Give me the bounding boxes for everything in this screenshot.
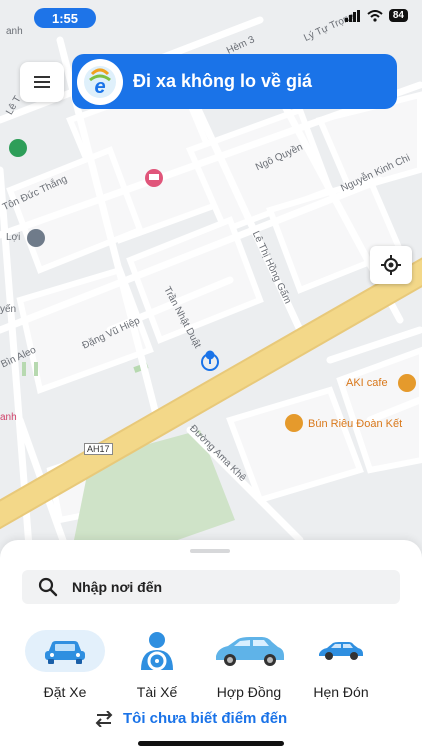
map-label-yen: yến — [0, 304, 17, 315]
banner-text: Đi xa không lo về giá — [133, 71, 313, 91]
service-driver[interactable]: Tài Xế — [112, 630, 202, 710]
driver-icon — [117, 630, 197, 672]
menu-button[interactable] — [20, 62, 64, 102]
swap-arrows-icon — [95, 710, 113, 727]
destination-search[interactable]: Nhập nơi đến — [22, 570, 400, 604]
poi-bun-rieu[interactable]: Bún Riêu Đoàn Kết — [308, 418, 402, 430]
sheet-handle[interactable] — [190, 549, 230, 553]
status-icons: 84 — [344, 9, 408, 22]
wifi-icon — [367, 9, 383, 22]
hamburger-icon — [34, 76, 50, 88]
map-label-anh-2: anh — [0, 412, 17, 423]
service-schedule[interactable]: Hẹn Đón — [296, 630, 386, 710]
service-label: Hợp Đồng — [216, 684, 282, 700]
service-contract[interactable]: Hợp Đồng — [204, 630, 294, 710]
bottom-sheet: Nhập nơi đến Đặt Xe Tài Xế Hợp Đồng Hẹn … — [0, 540, 422, 750]
service-book-ride[interactable]: Đặt Xe — [20, 630, 110, 710]
service-label: Đặt Xe — [43, 684, 87, 700]
status-time: 1:55 — [34, 8, 96, 28]
sedan-icon — [209, 630, 289, 672]
promo-banner[interactable]: e Đi xa không lo về giá — [72, 54, 397, 109]
unknown-destination-label: Tôi chưa biết điểm đến — [123, 710, 288, 727]
map-label-ah17: AH17 — [84, 443, 113, 455]
service-label: Tài Xế — [136, 684, 178, 700]
unknown-destination-button[interactable]: Tôi chưa biết điểm đến — [95, 710, 287, 727]
map-label-anh: anh — [6, 26, 23, 37]
map-label-loi: Lợi — [6, 232, 21, 243]
crosshair-icon — [381, 255, 401, 275]
car-icon — [25, 630, 105, 672]
service-label: Hẹn Đón — [313, 684, 369, 700]
car-side-icon — [301, 630, 381, 672]
home-indicator — [138, 741, 284, 746]
search-placeholder: Nhập nơi đến — [72, 579, 163, 595]
battery-level: 84 — [388, 9, 408, 22]
signal-icon — [344, 9, 360, 22]
search-icon — [38, 577, 58, 597]
poi-aki-cafe[interactable]: AKI cafe — [346, 377, 388, 389]
svg-text:e: e — [94, 76, 105, 98]
app-logo-icon: e — [77, 58, 123, 105]
my-location-button[interactable] — [370, 246, 412, 284]
